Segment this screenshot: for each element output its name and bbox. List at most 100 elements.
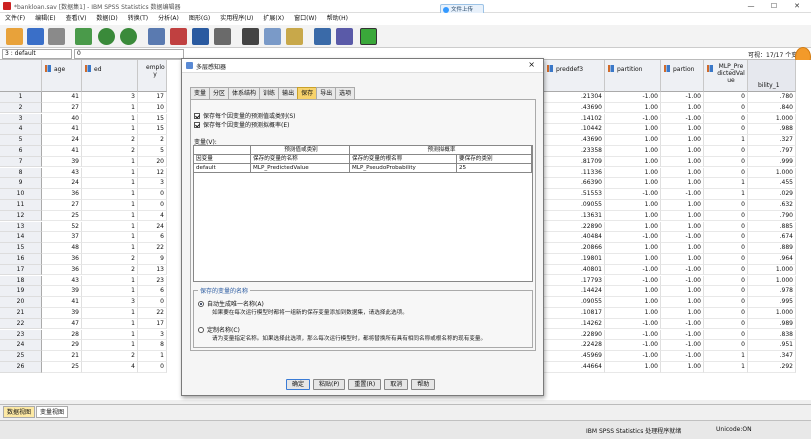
row-number[interactable]: 6 — [0, 146, 42, 157]
data-cell[interactable]: 1.00 — [605, 221, 661, 233]
data-cell[interactable]: 0 — [704, 113, 748, 125]
data-cell[interactable]: 13 — [138, 264, 167, 276]
data-cell[interactable]: 0 — [704, 102, 748, 114]
data-cell[interactable]: 27 — [42, 200, 82, 211]
data-cell[interactable]: 1.000 — [748, 308, 796, 319]
find-icon[interactable] — [242, 28, 259, 45]
data-cell[interactable]: -1.00 — [661, 113, 704, 125]
row-number[interactable]: 18 — [0, 275, 42, 287]
data-cell[interactable]: 6 — [138, 286, 167, 297]
data-cell[interactable]: 29 — [42, 340, 82, 351]
data-cell[interactable]: 43 — [42, 275, 82, 287]
custom-name-radio[interactable]: 定制名称(C) — [198, 325, 240, 334]
data-cell[interactable]: 1.00 — [661, 210, 704, 222]
ok-button[interactable]: 确定 — [286, 379, 311, 390]
data-cell[interactable]: .21304 — [544, 92, 605, 103]
data-cell[interactable]: 1 — [704, 178, 748, 189]
data-cell[interactable]: 43 — [42, 167, 82, 179]
data-cell[interactable]: 22 — [138, 308, 167, 319]
data-cell[interactable]: 0 — [704, 286, 748, 297]
data-cell[interactable]: -1.00 — [605, 275, 661, 287]
data-cell[interactable]: 2 — [82, 264, 138, 276]
data-cell[interactable]: -1.00 — [661, 275, 704, 287]
data-cell[interactable]: .327 — [748, 135, 796, 146]
data-cell[interactable]: 36 — [42, 254, 82, 265]
menu-analyze[interactable]: 分析(A) — [153, 13, 184, 25]
data-cell[interactable]: 1.00 — [605, 200, 661, 211]
data-cell[interactable]: 1 — [82, 178, 138, 189]
data-cell[interactable]: 6 — [138, 232, 167, 243]
data-cell[interactable]: 37 — [42, 232, 82, 243]
data-cell[interactable]: 1 — [704, 351, 748, 362]
data-cell[interactable]: .40801 — [544, 264, 605, 276]
data-cell[interactable]: 1.00 — [661, 308, 704, 319]
column-header-preddef3[interactable]: preddef3 — [544, 60, 605, 92]
data-cell[interactable]: .45969 — [544, 351, 605, 362]
data-cell[interactable]: 1.00 — [661, 254, 704, 265]
data-cell[interactable]: .22890 — [544, 329, 605, 341]
row-number[interactable]: 15 — [0, 243, 42, 254]
row-number[interactable]: 17 — [0, 264, 42, 276]
data-cell[interactable]: -1.00 — [605, 189, 661, 200]
row-number[interactable]: 25 — [0, 351, 42, 362]
column-header-mlp-predicted[interactable]: MLP_Pre dictedVal ue — [704, 60, 748, 92]
data-cell[interactable]: 1.000 — [748, 264, 796, 276]
help-button[interactable]: 帮助 — [411, 379, 436, 390]
column-header-age[interactable]: age — [42, 60, 82, 92]
data-cell[interactable]: .19801 — [544, 254, 605, 265]
data-cell[interactable]: 24 — [42, 178, 82, 189]
data-cell[interactable]: 36 — [42, 264, 82, 276]
data-cell[interactable]: 1 — [82, 318, 138, 330]
menu-transform[interactable]: 转换(T) — [123, 13, 153, 25]
data-cell[interactable]: 15 — [138, 113, 167, 125]
tab-output[interactable]: 输出 — [278, 87, 299, 99]
data-cell[interactable]: 1 — [82, 200, 138, 211]
data-cell[interactable]: -1.00 — [605, 232, 661, 243]
data-cell[interactable]: 1.00 — [605, 167, 661, 179]
data-cell[interactable]: .14424 — [544, 286, 605, 297]
data-cell[interactable]: 4 — [138, 210, 167, 222]
tab-partitions[interactable]: 分区 — [209, 87, 230, 99]
data-cell[interactable]: 1 — [704, 362, 748, 373]
data-cell[interactable]: 2 — [82, 351, 138, 362]
tab-variables[interactable]: 变量 — [190, 87, 211, 99]
redo-icon[interactable] — [120, 28, 137, 45]
minimize-button[interactable]: — — [740, 0, 762, 13]
row-number[interactable]: 22 — [0, 318, 42, 330]
row-number[interactable]: 13 — [0, 221, 42, 233]
data-cell[interactable]: .988 — [748, 124, 796, 135]
data-cell[interactable]: 1.00 — [661, 124, 704, 135]
data-cell[interactable]: 41 — [42, 124, 82, 135]
data-cell[interactable]: .632 — [748, 200, 796, 211]
menu-window[interactable]: 窗口(W) — [289, 13, 322, 25]
data-cell[interactable]: 15 — [138, 124, 167, 135]
data-cell[interactable]: 2 — [82, 146, 138, 157]
data-cell[interactable]: 12 — [138, 167, 167, 179]
data-cell[interactable]: 24 — [138, 221, 167, 233]
save-predicted-checkbox[interactable]: 保存每个因变量的预测值或类别(S) — [194, 111, 296, 120]
insert-variable-icon[interactable] — [286, 28, 303, 45]
menu-graphs[interactable]: 图形(G) — [184, 13, 215, 25]
data-cell[interactable]: .09055 — [544, 200, 605, 211]
data-cell[interactable]: 1.000 — [748, 113, 796, 125]
menu-data[interactable]: 数据(D) — [91, 13, 122, 25]
row-number[interactable]: 23 — [0, 329, 42, 341]
data-cell[interactable]: 1.00 — [661, 178, 704, 189]
data-cell[interactable]: .978 — [748, 286, 796, 297]
data-cell[interactable]: 2 — [138, 135, 167, 146]
data-cell[interactable]: 0 — [704, 254, 748, 265]
data-cell[interactable]: 1 — [82, 232, 138, 243]
tab-architecture[interactable]: 体系结构 — [228, 87, 261, 99]
data-cell[interactable]: 0 — [704, 297, 748, 308]
data-cell[interactable]: 1 — [82, 340, 138, 351]
data-cell[interactable]: 1 — [82, 210, 138, 222]
data-cell[interactable]: 1.00 — [661, 167, 704, 179]
data-cell[interactable]: .11336 — [544, 167, 605, 179]
cell-value-field[interactable]: 0 — [74, 49, 184, 59]
tab-save[interactable]: 保存 — [297, 87, 318, 99]
row-number[interactable]: 4 — [0, 124, 42, 135]
data-cell[interactable]: 1 — [82, 124, 138, 135]
data-cell[interactable]: 1.00 — [661, 362, 704, 373]
data-cell[interactable]: 0 — [704, 308, 748, 319]
data-cell[interactable]: 1.000 — [748, 167, 796, 179]
